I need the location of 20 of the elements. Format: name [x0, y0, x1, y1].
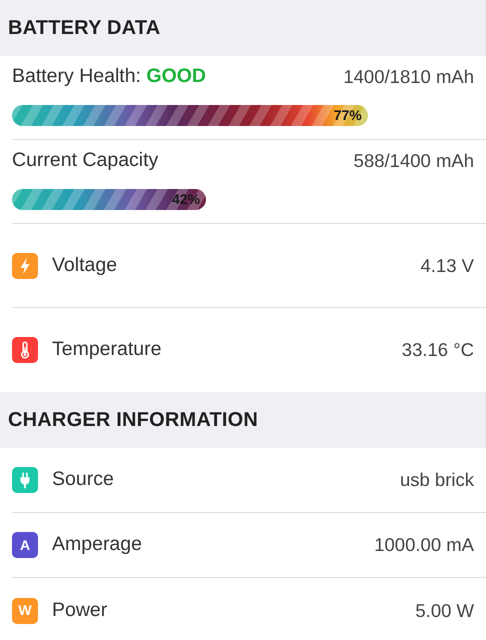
row-label: Current Capacity	[12, 148, 158, 173]
row-label: Temperature	[52, 337, 162, 362]
row-label: Amperage	[52, 532, 142, 558]
row-value: 33.16 °C	[402, 338, 474, 362]
row-label: Power	[52, 598, 108, 623]
progress-percent: 77%	[334, 106, 362, 126]
row-label: Voltage	[52, 252, 118, 278]
row-value: 588/1400 mAh	[354, 148, 474, 173]
row-value: 1000.00 mA	[374, 533, 474, 558]
section-title: CHARGER INFORMATION	[8, 408, 258, 433]
row-value: 1400/1810 mAh	[343, 64, 474, 89]
section-title: BATTERY DATA	[8, 16, 160, 41]
progress-percent: 42%	[172, 190, 200, 210]
row-value: usb brick	[400, 468, 474, 492]
letter-icon: A	[12, 532, 38, 558]
row-label: Battery Health: GOOD	[12, 64, 206, 89]
letter-icon: W	[12, 598, 38, 624]
row-label: Source	[52, 467, 114, 492]
row-value: 4.13 V	[420, 254, 474, 278]
row-value: 5.00 W	[415, 598, 474, 623]
